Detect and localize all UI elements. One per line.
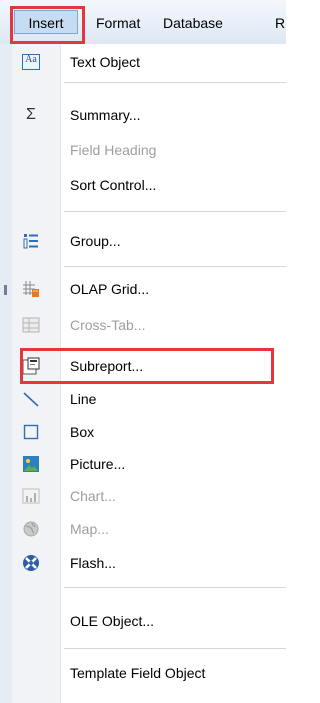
olap-grid-icon [22, 280, 40, 298]
chart-icon [22, 487, 40, 505]
group-icon [22, 232, 40, 250]
picture-icon [22, 455, 40, 473]
menu-item-label: Flash... [70, 555, 116, 571]
subreport-icon [22, 357, 40, 375]
menu-database[interactable]: Database [163, 13, 223, 33]
cross-tab-icon [22, 316, 40, 334]
menu-separator [64, 587, 286, 588]
menu-separator [64, 211, 286, 212]
menu-separator [64, 648, 286, 649]
menu-report-partial[interactable]: R [275, 13, 285, 33]
menu-item-map[interactable]: Map... [12, 514, 286, 544]
map-icon [22, 520, 40, 538]
menu-item-label: Subreport... [70, 358, 144, 374]
menu-item-field-heading[interactable]: Field Heading [12, 135, 286, 165]
menu-separator [64, 266, 286, 267]
menu-item-subreport[interactable]: Subreport... [12, 351, 286, 381]
menu-item-label: Text Object [70, 54, 141, 70]
menu-item-line[interactable]: Line [12, 384, 286, 414]
menu-item-summary[interactable]: Σ Summary... [12, 100, 286, 130]
box-icon [22, 423, 40, 441]
text-object-icon-glyph: Aa [25, 54, 37, 65]
menu-item-label: Group... [70, 233, 121, 249]
menu-item-label: Line [70, 391, 97, 407]
menu-item-label: OLE Object... [70, 613, 155, 629]
menu-item-cross-tab[interactable]: Cross-Tab... [12, 310, 286, 340]
sigma-glyph: Σ [26, 106, 36, 123]
menu-item-label: Picture... [70, 456, 126, 472]
menu-item-chart[interactable]: Chart... [12, 481, 286, 511]
menu-item-label: Box [70, 424, 95, 440]
menu-item-picture[interactable]: Picture... [12, 449, 286, 479]
menu-item-label: Cross-Tab... [70, 317, 146, 333]
menu-item-label: Sort Control... [70, 177, 157, 193]
menu-bar: Insert Format Database R [0, 0, 286, 45]
menu-item-label: Field Heading [70, 142, 157, 158]
menu-item-group[interactable]: Group... [12, 226, 286, 256]
menu-item-template-field-object[interactable]: Template Field Object [12, 658, 286, 688]
edge-marker [4, 285, 7, 295]
menu-item-label: OLAP Grid... [70, 281, 150, 297]
menu-separator [64, 82, 286, 83]
menu-item-label: Summary... [70, 107, 141, 123]
line-icon [22, 390, 40, 408]
menu-item-flash[interactable]: Flash... [12, 548, 286, 578]
menu-item-label: Chart... [70, 488, 116, 504]
sigma-icon: Σ [22, 106, 40, 124]
menu-item-label: Template Field Object [70, 665, 206, 681]
menu-item-ole-object[interactable]: OLE Object... [12, 606, 286, 636]
text-object-icon: Aa [22, 53, 40, 71]
insert-dropdown-menu: Aa Text Object Σ Summary... Field Headin… [12, 44, 286, 703]
menu-item-olap-grid[interactable]: OLAP Grid... [12, 274, 286, 304]
menu-item-box[interactable]: Box [12, 417, 286, 447]
menu-insert[interactable]: Insert [14, 10, 78, 34]
menu-item-sort-control[interactable]: Sort Control... [12, 170, 286, 200]
menu-item-label: Map... [70, 521, 109, 537]
menu-item-text-object[interactable]: Aa Text Object [12, 47, 286, 77]
menu-format[interactable]: Format [96, 13, 140, 33]
flash-icon [22, 554, 40, 572]
